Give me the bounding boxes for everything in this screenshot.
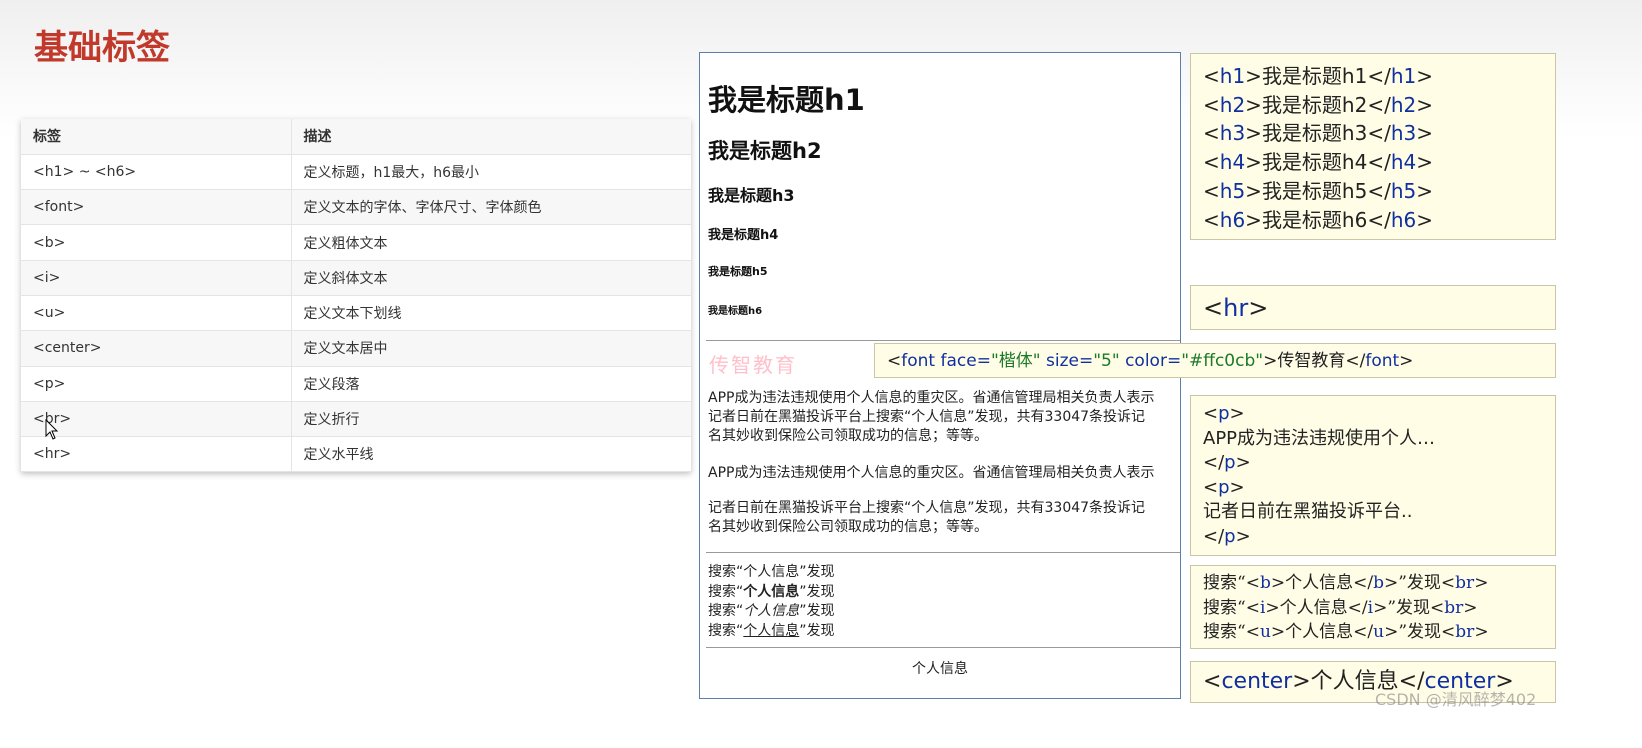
search-line-italic: 搜索“个人信息”发现 bbox=[708, 603, 835, 620]
code-line-h6: <h6>我是标题h6</h6> bbox=[1203, 207, 1434, 232]
cell-tag: <u> bbox=[21, 295, 292, 332]
preview-font-text: 传智教育 bbox=[709, 353, 797, 377]
header-tag: 标签 bbox=[21, 119, 292, 155]
code-bold-italic-underline: 搜索“<b>个人信息</b>”发现<br> 搜索“<i>个人信息</i>”发现<… bbox=[1190, 565, 1556, 649]
code-headings: <h1>我是标题h1</h1> <h2>我是标题h2</h2> <h3>我是标题… bbox=[1190, 53, 1556, 240]
paragraph-line: 名其妙收到保险公司领取成功的信息；等等。 bbox=[708, 519, 988, 535]
code-paragraphs: <p> APP成为违法违规使用个人… </p> <p> 记者日前在黑猫投诉平台.… bbox=[1190, 395, 1556, 556]
code-line-h4: <h4>我是标题h4</h4> bbox=[1203, 150, 1434, 175]
table-row: <center> 定义文本居中 bbox=[21, 330, 691, 367]
table-header-row: 标签 描述 bbox=[21, 119, 691, 155]
table-row: <br> 定义折行 bbox=[21, 401, 691, 438]
preview-paragraph-3: 记者日前在黑猫投诉平台上搜索“个人信息”发现，共有33047条投诉记 名其妙收到… bbox=[708, 499, 1180, 537]
preview-h3: 我是标题h3 bbox=[708, 186, 795, 205]
cell-description: 定义文本的字体、字体尺寸、字体颜色 bbox=[291, 189, 691, 226]
preview-search-lines: 搜索“个人信息”发现 搜索“个人信息”发现 搜索“个人信息”发现 搜索“个人信息… bbox=[708, 563, 835, 641]
cell-description: 定义标题，h1最大，h6最小 bbox=[291, 154, 691, 191]
header-description: 描述 bbox=[291, 119, 691, 155]
cell-description: 定义折行 bbox=[291, 401, 691, 438]
table-row: <font> 定义文本的字体、字体尺寸、字体颜色 bbox=[21, 189, 691, 226]
preview-h1: 我是标题h1 bbox=[708, 83, 865, 117]
paragraph-line: 名其妙收到保险公司领取成功的信息；等等。 bbox=[708, 428, 988, 444]
table-row: <i> 定义斜体文本 bbox=[21, 260, 691, 296]
paragraph-line: 记者日前在黑猫投诉平台上搜索“个人信息”发现，共有33047条投诉记 bbox=[708, 409, 1146, 425]
code-line-h5: <h5>我是标题h5</h5> bbox=[1203, 178, 1434, 203]
cell-tag: <center> bbox=[21, 330, 292, 367]
code-hr: <hr> bbox=[1190, 285, 1556, 330]
horizontal-rule bbox=[706, 340, 1180, 341]
paragraph-line: APP成为违法违规使用个人信息的重灾区。省通信管理局相关负责人表示 bbox=[708, 390, 1155, 406]
preview-paragraph-2: APP成为违法违规使用个人信息的重灾区。省通信管理局相关负责人表示 bbox=[708, 465, 1155, 481]
paragraph-line: 记者日前在黑猫投诉平台上搜索“个人信息”发现，共有33047条投诉记 bbox=[708, 500, 1146, 516]
code-line: APP成为违法违规使用个人… bbox=[1203, 427, 1436, 449]
table-row: <p> 定义段落 bbox=[21, 366, 691, 402]
cell-tag: <h1> ~ <h6> bbox=[21, 154, 292, 191]
code-line: <p> bbox=[1203, 403, 1245, 424]
code-line-h2: <h2>我是标题h2</h2> bbox=[1203, 92, 1434, 117]
preview-h5: 我是标题h5 bbox=[708, 265, 768, 278]
preview-h6: 我是标题h6 bbox=[708, 306, 763, 317]
search-line-plain: 搜索“个人信息”发现 bbox=[708, 564, 835, 580]
code-font: <font face="楷体" size="5" color="#ffc0cb"… bbox=[874, 343, 1556, 378]
cell-tag: <i> bbox=[21, 260, 292, 296]
code-line-h3: <h3>我是标题h3</h3> bbox=[1203, 121, 1434, 146]
cell-description: 定义文本下划线 bbox=[291, 295, 691, 332]
search-line-underline: 搜索“个人信息”发现 bbox=[708, 622, 835, 639]
cell-tag: <hr> bbox=[21, 436, 292, 473]
cell-description: 定义水平线 bbox=[291, 436, 691, 473]
mouse-cursor-icon bbox=[45, 419, 59, 440]
cell-description: 定义段落 bbox=[291, 366, 691, 402]
code-line: </p> bbox=[1203, 525, 1251, 547]
code-line-u: 搜索“<u>个人信息</u>”发现<br> bbox=[1203, 622, 1489, 642]
cell-tag: <br> bbox=[21, 401, 292, 438]
horizontal-rule bbox=[706, 552, 1180, 553]
code-line-i: 搜索“<i>个人信息</i>”发现<br> bbox=[1203, 597, 1478, 618]
tag-table: 标签 描述 <h1> ~ <h6> 定义标题，h1最大，h6最小 <font> 定义… bbox=[21, 119, 691, 473]
code-line-h1: <h1>我是标题h1</h1> bbox=[1203, 64, 1434, 88]
table-row: <b> 定义粗体文本 bbox=[21, 224, 691, 261]
cell-description: 定义粗体文本 bbox=[291, 224, 691, 261]
cell-tag: <font> bbox=[21, 189, 292, 226]
code-line: <p> bbox=[1203, 476, 1245, 498]
cell-description: 定义文本居中 bbox=[291, 330, 691, 367]
cell-tag: <b> bbox=[21, 224, 292, 261]
watermark: CSDN @清风醉梦402 bbox=[1375, 690, 1537, 709]
code-line-b: 搜索“<b>个人信息</b>”发现<br> bbox=[1203, 573, 1489, 593]
table-row: <h1> ~ <h6> 定义标题，h1最大，h6最小 bbox=[21, 154, 691, 191]
table-row: <u> 定义文本下划线 bbox=[21, 295, 691, 332]
preview-h4: 我是标题h4 bbox=[708, 228, 779, 243]
table-row: <hr> 定义水平线 bbox=[21, 436, 691, 473]
preview-paragraph-1: APP成为违法违规使用个人信息的重灾区。省通信管理局相关负责人表示 记者日前在黑… bbox=[708, 389, 1180, 446]
code-line: 记者日前在黑猫投诉平台.. bbox=[1203, 501, 1413, 523]
slide-title: 基础标签 bbox=[34, 28, 170, 68]
cell-tag: <p> bbox=[21, 366, 292, 402]
preview-center-text: 个人信息 bbox=[912, 661, 968, 677]
code-line: </p> bbox=[1203, 452, 1251, 474]
search-line-bold: 搜索“个人信息”发现 bbox=[708, 583, 835, 600]
preview-h2: 我是标题h2 bbox=[708, 139, 822, 163]
horizontal-rule bbox=[706, 647, 1180, 648]
cell-description: 定义斜体文本 bbox=[291, 260, 691, 296]
